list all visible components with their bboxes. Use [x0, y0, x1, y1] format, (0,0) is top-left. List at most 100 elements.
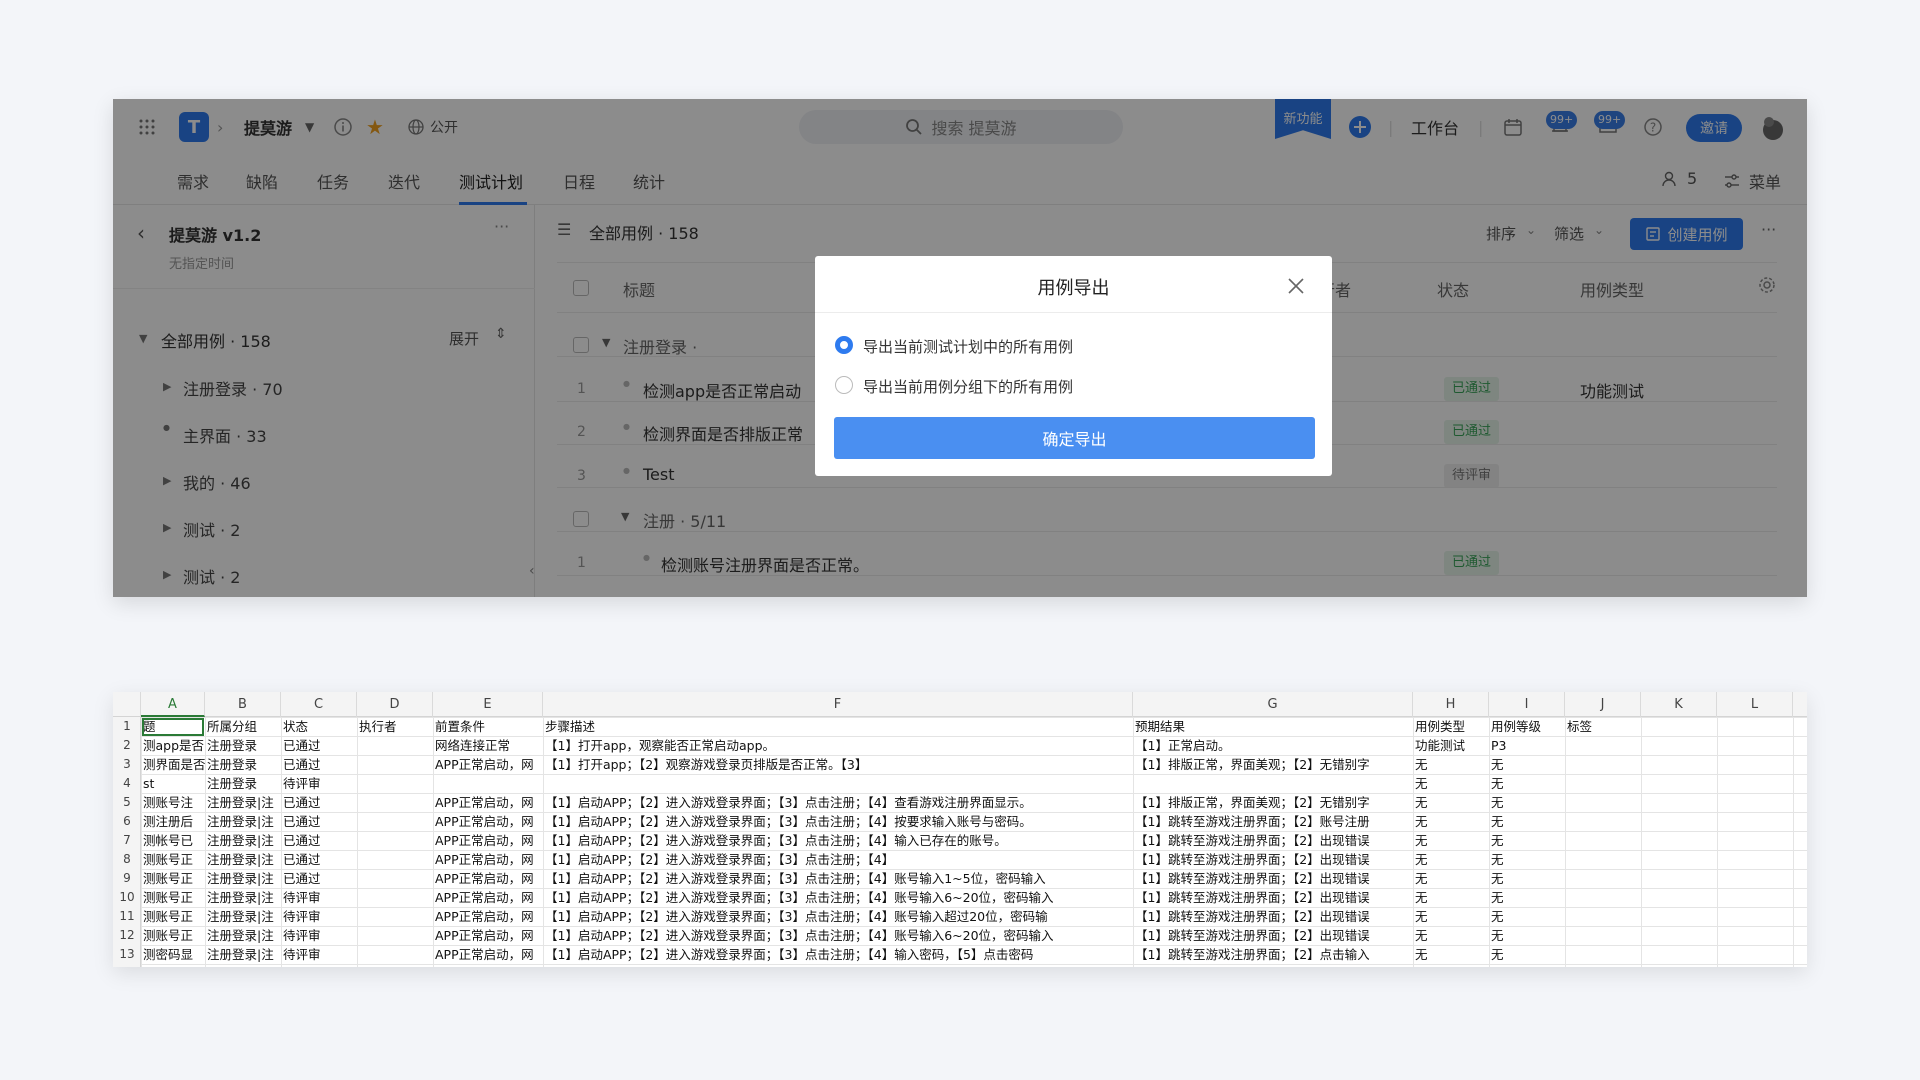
sheet-cell[interactable]: 【1】排版正常，界面美观；【2】无错别字: [1133, 793, 1413, 812]
sheet-cell[interactable]: 无: [1413, 907, 1489, 926]
sheet-cell[interactable]: 【1】启动APP；【2】进入游戏登录界面；【3】点击注册；【4】账号输入6~20…: [543, 926, 1133, 945]
sheet-cell[interactable]: 无: [1413, 926, 1489, 945]
sheet-cell[interactable]: 【1】启动APP；【2】进入游戏登录界面；【3】点击注册；【4】账号输入超过20…: [543, 907, 1133, 926]
sheet-cell[interactable]: [1565, 774, 1641, 793]
sheet-cell[interactable]: 注册登录|注: [205, 869, 281, 888]
sheet-cell[interactable]: [357, 888, 433, 907]
sheet-cell[interactable]: 【1】排版正常，界面美观；【2】无错别字: [1133, 755, 1413, 774]
sheet-cell[interactable]: 【1】启动APP；【2】进入游戏登录界面；【3】点击注册；【4】账号输入1~5位…: [543, 869, 1133, 888]
sheet-cell[interactable]: 【1】跳转至游戏注册界面；【2】出现错误: [1133, 869, 1413, 888]
sheet-cell[interactable]: 【1】打开app；【2】观察游戏登录页排版是否正常。【3】: [543, 755, 1133, 774]
col-header-f[interactable]: F: [543, 692, 1133, 717]
export-plan-radio[interactable]: [835, 336, 853, 354]
sheet-cell[interactable]: APP正常启动，网: [433, 907, 543, 926]
sheet-cell[interactable]: 【1】跳转至游戏注册界面；【2】出现错误: [1133, 888, 1413, 907]
sheet-cell[interactable]: APP正常启动，网: [433, 869, 543, 888]
sheet-cell[interactable]: APP正常启动，网: [433, 850, 543, 869]
sheet-cell[interactable]: 无: [1413, 888, 1489, 907]
sheet-cell[interactable]: 无: [1489, 793, 1565, 812]
sheet-cell[interactable]: 注册登录: [205, 755, 281, 774]
sheet-cell[interactable]: 功能测试: [1413, 736, 1489, 755]
sheet-cell[interactable]: [357, 907, 433, 926]
sheet-cell[interactable]: [357, 945, 433, 964]
sheet-cell[interactable]: [357, 869, 433, 888]
sheet-cell[interactable]: 【1】跳转至游戏注册界面；【2】出现错误: [1133, 907, 1413, 926]
sheet-cell[interactable]: 测账号正: [141, 888, 205, 907]
sheet-cell[interactable]: 待评审: [281, 945, 357, 964]
row-header[interactable]: 11: [113, 909, 141, 923]
sheet-cell[interactable]: 无: [1413, 869, 1489, 888]
sheet-cell[interactable]: st: [141, 774, 205, 793]
sheet-cell[interactable]: 【1】启动APP；【2】进入游戏登录界面；【3】点击注册；【4】输入密码，【5】…: [543, 945, 1133, 964]
sheet-cell[interactable]: [1565, 736, 1641, 755]
sheet-cell[interactable]: [1565, 850, 1641, 869]
sheet-cell[interactable]: 无: [1489, 831, 1565, 850]
sheet-cell[interactable]: 预期结果: [1133, 717, 1413, 736]
sheet-cell[interactable]: 【1】跳转至游戏注册界面；【2】出现错误: [1133, 850, 1413, 869]
sheet-cell[interactable]: 执行者: [357, 717, 433, 736]
sheet-cell[interactable]: 【1】跳转至游戏注册界面；【2】账号注册: [1133, 812, 1413, 831]
sheet-cell[interactable]: [357, 755, 433, 774]
sheet-cell[interactable]: [1565, 812, 1641, 831]
sheet-cell[interactable]: APP正常启动，网: [433, 793, 543, 812]
sheet-cell[interactable]: 测界面是否: [141, 755, 205, 774]
sheet-cell[interactable]: 【1】跳转至游戏注册界面；【2】出现错误: [1133, 926, 1413, 945]
sheet-cell[interactable]: APP正常启动，网: [433, 945, 543, 964]
sheet-cell[interactable]: 注册登录|注: [205, 907, 281, 926]
sheet-cell[interactable]: 无: [1489, 907, 1565, 926]
sheet-cell[interactable]: 【1】正常启动。: [1133, 736, 1413, 755]
sheet-cell[interactable]: 【1】打开app，观察能否正常启动app。: [543, 736, 1133, 755]
col-header-k[interactable]: K: [1641, 692, 1717, 717]
row-header[interactable]: 9: [113, 871, 141, 885]
sheet-cell[interactable]: 【1】启动APP；【2】进入游戏登录界面；【3】点击注册；【4】查看游戏注册界面…: [543, 793, 1133, 812]
sheet-cell[interactable]: 注册登录: [205, 736, 281, 755]
sheet-cell[interactable]: 无: [1489, 869, 1565, 888]
sheet-cell[interactable]: 步骤描述: [543, 717, 1133, 736]
export-plan-label[interactable]: 导出当前测试计划中的所有用例: [863, 336, 1073, 357]
sheet-cell[interactable]: 测app是否: [141, 736, 205, 755]
sheet-cell[interactable]: 待评审: [281, 926, 357, 945]
sheet-cell[interactable]: P3: [1489, 736, 1565, 755]
sheet-cell[interactable]: 待评审: [281, 888, 357, 907]
sheet-cell[interactable]: 已通过: [281, 736, 357, 755]
sheet-cell[interactable]: [543, 774, 1133, 793]
sheet-cell[interactable]: [1565, 888, 1641, 907]
sheet-cell[interactable]: 用例等级: [1489, 717, 1565, 736]
sheet-cell[interactable]: 注册登录: [205, 774, 281, 793]
sheet-cell[interactable]: APP正常启动，网: [433, 926, 543, 945]
export-group-radio[interactable]: [835, 376, 853, 394]
sheet-cell[interactable]: [1565, 793, 1641, 812]
sheet-cell[interactable]: 用例类型: [1413, 717, 1489, 736]
col-header-i[interactable]: I: [1489, 692, 1565, 717]
row-header[interactable]: 7: [113, 833, 141, 847]
sheet-cell[interactable]: [1565, 869, 1641, 888]
sheet-cell[interactable]: 无: [1489, 774, 1565, 793]
sheet-cell[interactable]: 所属分组: [205, 717, 281, 736]
sheet-cell[interactable]: [1565, 755, 1641, 774]
sheet-cell[interactable]: [1565, 831, 1641, 850]
sheet-cell[interactable]: 状态: [281, 717, 357, 736]
col-header-e[interactable]: E: [433, 692, 543, 717]
col-header-h[interactable]: H: [1413, 692, 1489, 717]
sheet-cell[interactable]: 无: [1413, 755, 1489, 774]
sheet-cell[interactable]: 已通过: [281, 850, 357, 869]
sheet-cell[interactable]: [1565, 926, 1641, 945]
sheet-cell[interactable]: 注册登录|注: [205, 831, 281, 850]
sheet-cell[interactable]: 无: [1489, 945, 1565, 964]
sheet-cell[interactable]: [1565, 945, 1641, 964]
sheet-cell[interactable]: 【1】启动APP；【2】进入游戏登录界面；【3】点击注册；【4】: [543, 850, 1133, 869]
export-group-label[interactable]: 导出当前用例分组下的所有用例: [863, 376, 1073, 397]
row-header[interactable]: 3: [113, 757, 141, 771]
sheet-cell[interactable]: 待评审: [281, 774, 357, 793]
sheet-cell[interactable]: APP正常启动，网: [433, 755, 543, 774]
sheet-cell[interactable]: [357, 774, 433, 793]
row-header[interactable]: 8: [113, 852, 141, 866]
sheet-cell[interactable]: 测注册后: [141, 812, 205, 831]
sheet-cell[interactable]: 无: [1413, 945, 1489, 964]
row-header[interactable]: 2: [113, 738, 141, 752]
sheet-cell[interactable]: [433, 774, 543, 793]
sheet-cell[interactable]: APP正常启动，网: [433, 812, 543, 831]
sheet-cell[interactable]: 已通过: [281, 831, 357, 850]
sheet-cell[interactable]: 无: [1489, 888, 1565, 907]
row-header[interactable]: 4: [113, 776, 141, 790]
